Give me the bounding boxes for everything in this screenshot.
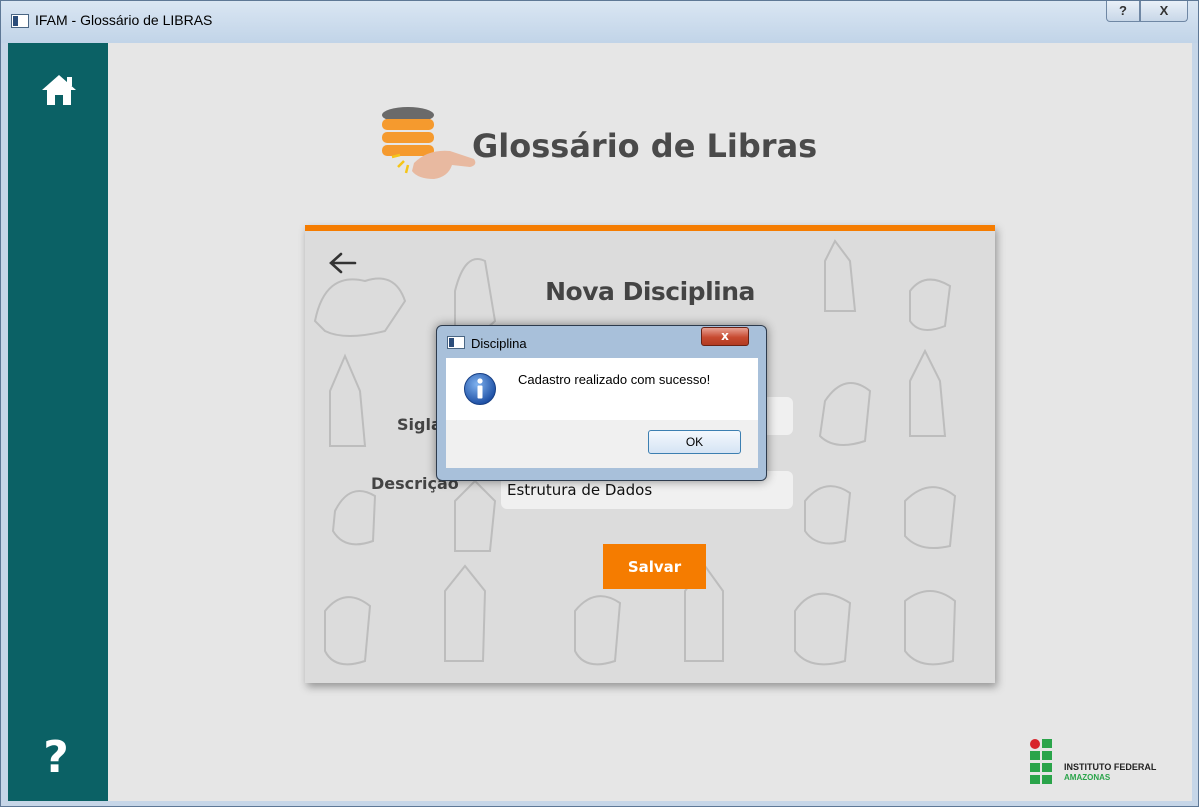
- arrow-left-icon[interactable]: [327, 251, 357, 275]
- info-icon: [464, 373, 496, 405]
- window-titlebar[interactable]: IFAM - Glossário de LIBRAS ? X: [1, 1, 1198, 43]
- window-close-button[interactable]: X: [1140, 1, 1188, 22]
- home-icon[interactable]: [41, 73, 77, 107]
- dialog-window-icon: [447, 336, 465, 349]
- institution-state: AMAZONAS: [1064, 773, 1111, 782]
- dialog-close-button[interactable]: x: [701, 327, 749, 346]
- dialog-title: Disciplina: [471, 336, 527, 351]
- institution-name: INSTITUTO FEDERAL: [1064, 762, 1157, 772]
- sidebar: ?: [8, 43, 108, 801]
- window-help-button[interactable]: ?: [1106, 1, 1140, 22]
- app-window-icon: [11, 14, 29, 28]
- dialog-message: Cadastro realizado com sucesso!: [518, 372, 711, 387]
- success-dialog: Disciplina x Cadastro realizado com suce…: [436, 325, 767, 481]
- app-title: Glossário de Libras: [472, 127, 818, 165]
- form-title: Nova Disciplina: [545, 277, 755, 306]
- dialog-titlebar[interactable]: Disciplina x: [437, 326, 766, 356]
- dialog-footer: OK: [446, 420, 758, 468]
- database-hand-logo: [382, 107, 476, 179]
- window-title: IFAM - Glossário de LIBRAS: [35, 12, 213, 28]
- save-button[interactable]: Salvar: [603, 544, 706, 589]
- question-icon[interactable]: ?: [36, 733, 76, 783]
- dialog-body: Cadastro realizado com sucesso!: [446, 358, 758, 420]
- ok-button[interactable]: OK: [648, 430, 741, 454]
